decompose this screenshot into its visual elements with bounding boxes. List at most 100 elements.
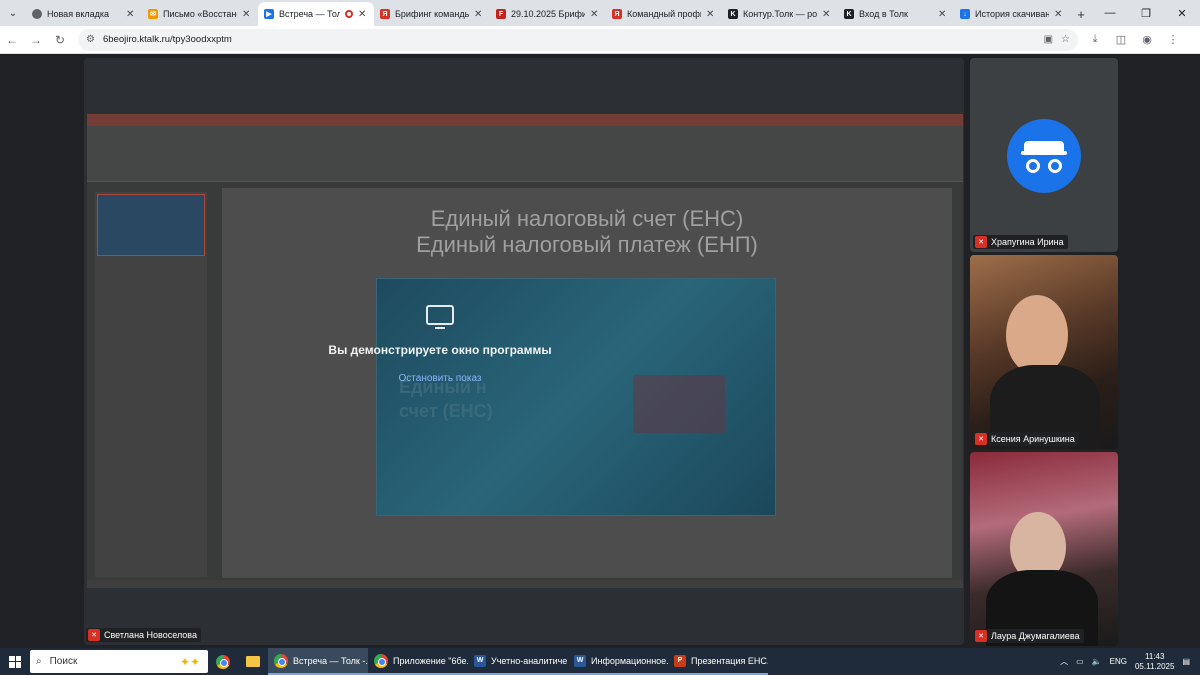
mic-muted-icon: ✕: [975, 236, 987, 248]
slide-thumbnail: [97, 194, 205, 256]
tab-title: Брифинг команды ол: [395, 9, 469, 19]
address-bar[interactable]: ⚙ 6beojiro.ktalk.ru/tpy3oodxxptm ▣ ☆: [78, 28, 1078, 51]
profile-icon[interactable]: ◉: [1136, 29, 1158, 51]
ppt-status-bar: [87, 580, 963, 588]
ppt-ribbon: [87, 126, 963, 182]
tab-0[interactable]: Новая вкладка ✕: [26, 2, 142, 26]
new-tab-plus-icon[interactable]: +: [1070, 2, 1092, 26]
slide-title: Единый налоговый счет (ЕНС) Единый налог…: [416, 206, 758, 257]
downloads-icon[interactable]: ⤓: [1084, 29, 1106, 51]
extensions-icon[interactable]: ◫: [1110, 29, 1132, 51]
close-icon[interactable]: ✕: [706, 9, 716, 20]
minimize-icon[interactable]: —: [1092, 0, 1128, 26]
tab-title: История скачивани: [975, 9, 1049, 19]
restore-icon[interactable]: ❐: [1128, 0, 1164, 26]
menu-kebab-icon[interactable]: ⋮: [1162, 29, 1184, 51]
tab-6[interactable]: K Контур.Толк — росс ✕: [722, 2, 838, 26]
tab-title: Новая вкладка: [47, 9, 110, 19]
stop-sharing-button[interactable]: Остановить показ: [399, 373, 482, 384]
chrome-icon: [32, 9, 42, 19]
ppt-title-bar: [87, 114, 963, 126]
site-info-icon[interactable]: ⚙: [86, 34, 95, 45]
language-indicator[interactable]: ENG: [1110, 657, 1127, 666]
close-icon[interactable]: ✕: [590, 9, 600, 20]
k-icon: K: [728, 9, 738, 19]
system-tray: ︿ ▭ 🔈 ENG 11:43 05.11.2025 ▤: [1060, 648, 1200, 675]
windows-start-icon[interactable]: [0, 648, 30, 675]
tab-search-chevron-icon[interactable]: ⌄: [0, 0, 26, 26]
doc-icon: Я: [380, 9, 390, 19]
volume-icon[interactable]: 🔈: [1092, 657, 1102, 666]
close-icon[interactable]: ✕: [242, 9, 252, 20]
reload-icon[interactable]: ↻: [48, 28, 72, 52]
tab-title: Контур.Толк — росс: [743, 9, 817, 19]
tab-4[interactable]: F 29.10.2025 Брифинг ✕: [490, 2, 606, 26]
powerpoint-icon: P: [674, 654, 686, 667]
tab-8[interactable]: ↓ История скачивани ✕: [954, 2, 1070, 26]
close-icon[interactable]: ✕: [822, 9, 832, 20]
taskbar-app-word-1[interactable]: W Учетно-аналитиче...: [468, 648, 568, 675]
slide-thumbnails: [95, 192, 207, 577]
participant-video: [1006, 295, 1068, 375]
share-message: Вы демонстрируете окно программы: [328, 343, 552, 357]
file-explorer-icon[interactable]: [238, 648, 268, 675]
chrome-icon: [374, 653, 388, 668]
close-icon[interactable]: ✕: [358, 9, 368, 20]
close-icon[interactable]: ✕: [474, 9, 484, 20]
close-icon[interactable]: ✕: [126, 9, 136, 20]
close-icon[interactable]: ✕: [938, 9, 948, 20]
recording-icon: [345, 10, 353, 18]
taskbar-search-box[interactable]: ⌕ Поиск ✦✦: [30, 650, 208, 673]
participant-tile[interactable]: ✕ Храпугина Ирина: [970, 58, 1118, 252]
tab-title: Командный профиль: [627, 9, 701, 19]
tab-title: Встреча — Толк: [279, 9, 340, 19]
participant-name-label: ✕ Лаура Джумагалиева: [973, 629, 1084, 643]
browser-tab-bar: ⌄ Новая вкладка ✕ ✉ Письмо «Восстановл ✕…: [0, 0, 1200, 26]
mic-muted-icon: ✕: [975, 630, 987, 642]
screen-share-notice: Вы демонстрируете окно программы Останов…: [300, 305, 580, 395]
taskbar-app-powerpoint[interactable]: P Презентация ЕНС....: [668, 648, 768, 675]
word-icon: W: [474, 654, 486, 667]
notification-icon[interactable]: ▤: [1182, 657, 1190, 666]
sparkle-icon: ✦✦: [179, 654, 200, 669]
chrome-icon[interactable]: [208, 648, 238, 675]
taskbar-app-chrome[interactable]: Приложение "6бе...: [368, 648, 468, 675]
chrome-icon: [274, 653, 288, 668]
download-icon: ↓: [960, 9, 970, 19]
taskbar-app-word-2[interactable]: W Информационное...: [568, 648, 668, 675]
clock[interactable]: 11:43 05.11.2025: [1135, 652, 1174, 672]
close-icon[interactable]: ✕: [1054, 9, 1064, 20]
network-icon[interactable]: ▭: [1076, 657, 1084, 666]
tab-7[interactable]: K Вход в Толк ✕: [838, 2, 954, 26]
tab-1[interactable]: ✉ Письмо «Восстановл ✕: [142, 2, 258, 26]
tab-title: 29.10.2025 Брифинг: [511, 9, 585, 19]
url-text: 6beojiro.ktalk.ru/tpy3oodxxptm: [102, 34, 232, 45]
taskbar-app-meeting[interactable]: Встреча — Толк -...: [268, 648, 368, 675]
windows-taskbar: ⌕ Поиск ✦✦ Встреча — Толк -... Приложени…: [0, 648, 1200, 675]
monitor-icon: [425, 305, 455, 331]
window-close-icon[interactable]: ✕: [1164, 0, 1200, 26]
bookmark-star-icon[interactable]: ☆: [1061, 34, 1070, 45]
search-icon: ⌕: [36, 656, 42, 667]
mic-muted-icon: ✕: [975, 433, 987, 445]
mail-icon: ✉: [148, 9, 158, 19]
participant-name-label: ✕ Храпугина Ирина: [973, 235, 1068, 249]
tab-2-active[interactable]: ▶ Встреча — Толк ✕: [258, 2, 374, 26]
tray-chevron-up-icon[interactable]: ︿: [1060, 656, 1068, 667]
stage-participant-label: ✕ Светлана Новоселова: [86, 628, 201, 642]
tab-3[interactable]: Я Брифинг команды ол ✕: [374, 2, 490, 26]
tab-5[interactable]: Я Командный профиль ✕: [606, 2, 722, 26]
cast-icon[interactable]: ▣: [1044, 34, 1053, 45]
slide-image-card: [633, 375, 725, 433]
participant-tile[interactable]: ✕ Лаура Джумагалиева: [970, 452, 1118, 646]
k-icon: K: [844, 9, 854, 19]
incognito-icon: [1007, 119, 1081, 193]
tab-title: Письмо «Восстановл: [163, 9, 237, 19]
mic-muted-icon: ✕: [88, 629, 100, 641]
forward-arrow-icon[interactable]: →: [24, 28, 48, 52]
video-icon: ▶: [264, 9, 274, 19]
doc-icon: Я: [612, 9, 622, 19]
back-arrow-icon[interactable]: ←: [0, 28, 24, 52]
participant-tile[interactable]: ✕ Ксения Аринушкина: [970, 255, 1118, 449]
meeting-area: Единый налоговый счет (ЕНС) Единый налог…: [0, 55, 1200, 648]
